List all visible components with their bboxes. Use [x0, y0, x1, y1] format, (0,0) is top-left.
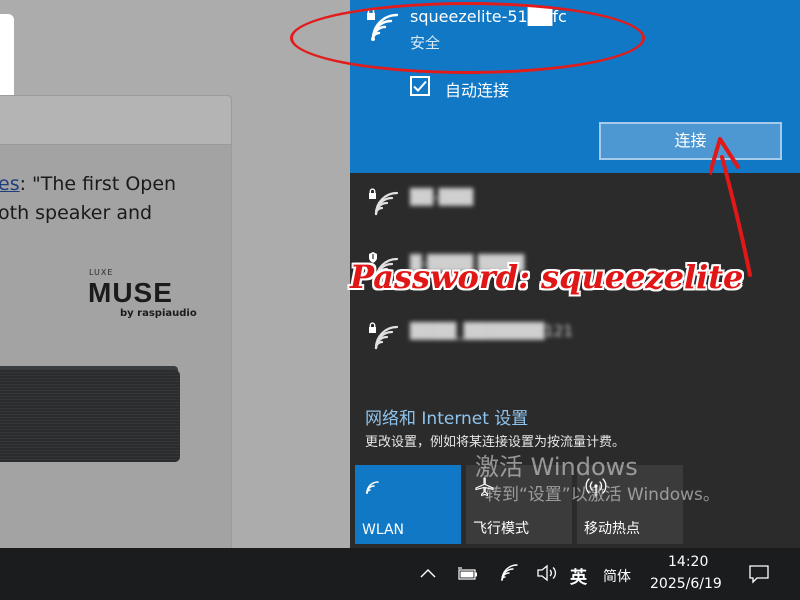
wlan-tile-label: WLAN [362, 522, 405, 538]
background-text-line1: : "The first Open [19, 173, 177, 195]
airplane-mode-tile-label: 飞行模式 [473, 521, 529, 537]
ime-language-indicator[interactable]: 英 [570, 563, 587, 588]
auto-connect-label[interactable]: 自动连接 [445, 77, 509, 101]
brand-small-text: LUXE [89, 268, 114, 277]
battery-icon[interactable] [457, 567, 479, 581]
ime-mode-indicator[interactable]: 简体 [603, 566, 631, 586]
brand-logo-text: MUSE [88, 277, 173, 308]
password-annotation: Password: squeezelite [350, 258, 744, 296]
wifi-icon [366, 481, 379, 494]
background-link[interactable]: es [0, 173, 20, 195]
wlan-tile[interactable]: WLAN [355, 465, 461, 544]
network-settings-link[interactable]: 网络和 Internet 设置 [365, 404, 528, 429]
wifi-icon[interactable] [499, 564, 519, 582]
checkmark-icon [413, 80, 427, 92]
annotation-highlight-oval [290, 2, 645, 74]
notification-icon[interactable] [748, 564, 770, 584]
chevron-up-icon[interactable] [419, 567, 437, 579]
network-name: ████_███████121 [410, 322, 574, 340]
network-list-item[interactable]: ████_███████121 [350, 308, 800, 374]
taskbar: 英 简体 14:20 2025/6/19 [0, 548, 800, 600]
clock-date[interactable]: 2025/6/19 [650, 576, 722, 592]
network-name: ██-███ [410, 188, 474, 206]
wifi-lock-icon [369, 322, 399, 350]
volume-icon[interactable] [536, 564, 558, 582]
mobile-hotspot-tile-label: 移动热点 [584, 521, 640, 537]
speaker-image [0, 370, 180, 462]
background-text-line2: oth speaker and [0, 202, 153, 224]
activation-watermark-title: 激活 Windows [475, 453, 638, 481]
wifi-lock-icon [369, 188, 399, 216]
clock-time[interactable]: 14:20 [668, 554, 708, 570]
brand-byline: by raspiaudio [120, 308, 197, 319]
background-browser-page: es: "The first Open oth speaker and LUXE … [0, 0, 350, 548]
auto-connect-checkbox[interactable] [410, 76, 430, 96]
background-card-header [0, 96, 231, 145]
activation-watermark-subtitle: 转到“设置”以激活 Windows。 [485, 485, 720, 505]
background-card [0, 95, 232, 548]
background-description: es: "The first Open oth speaker and [0, 170, 228, 228]
